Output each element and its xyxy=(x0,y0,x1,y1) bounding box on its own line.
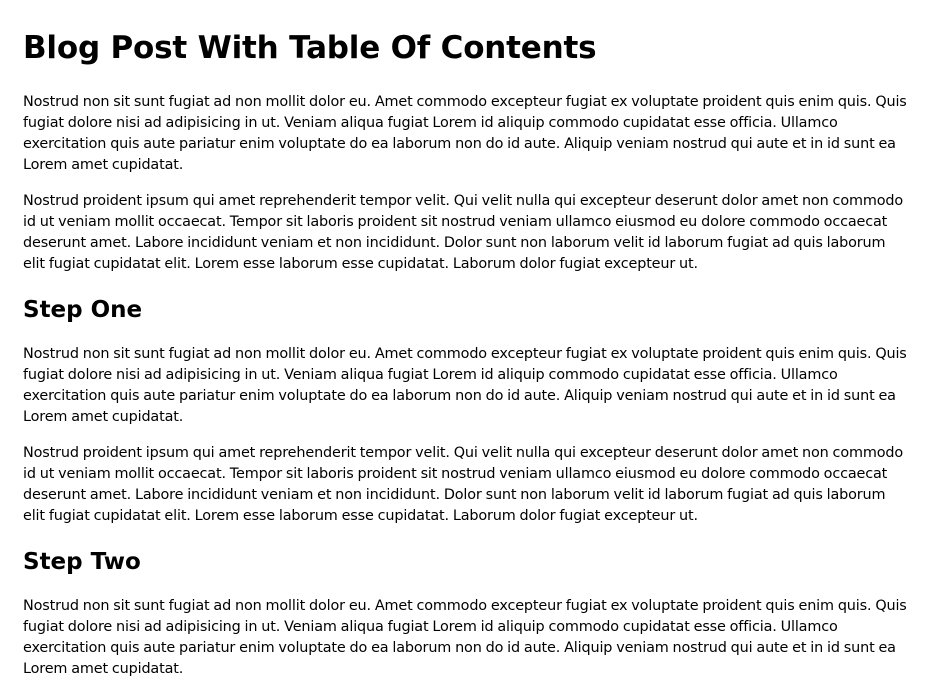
step-one-paragraph-2: Nostrud proident ipsum qui amet reprehen… xyxy=(23,445,904,524)
step-one-paragraph-1: Nostrud non sit sunt fugiat ad non molli… xyxy=(23,346,907,425)
intro-paragraph-2: Nostrud proident ipsum qui amet reprehen… xyxy=(23,193,904,272)
blog-article: Blog Post With Table Of Contents Nostrud… xyxy=(23,30,909,680)
page-title: Blog Post With Table Of Contents xyxy=(23,30,597,66)
blog-post-page: Blog Post With Table Of Contents Nostrud… xyxy=(0,0,932,686)
section-heading-step-two: Step Two xyxy=(23,549,141,575)
section-heading-step-one: Step One xyxy=(23,297,143,323)
intro-paragraph-1: Nostrud non sit sunt fugiat ad non molli… xyxy=(23,94,907,173)
section-step-two: Step Two Nostrud non sit sunt fugiat ad … xyxy=(23,548,909,680)
section-step-one: Step One Nostrud non sit sunt fugiat ad … xyxy=(23,296,909,527)
step-two-paragraph-1: Nostrud non sit sunt fugiat ad non molli… xyxy=(23,598,907,677)
